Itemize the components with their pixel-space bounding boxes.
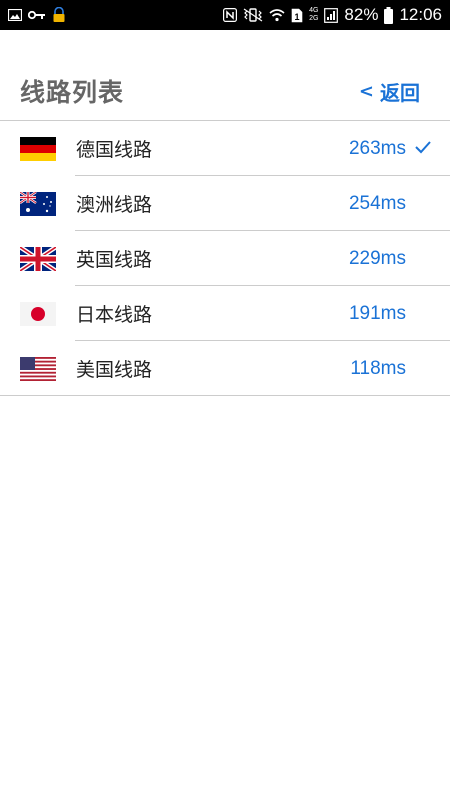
back-button[interactable]: < 返回 bbox=[359, 77, 420, 106]
header: 线路列表 < 返回 bbox=[0, 62, 450, 120]
network-top-label: 4G bbox=[309, 7, 319, 14]
route-name: 美国线路 bbox=[76, 359, 153, 381]
clock: 12:06 bbox=[399, 5, 442, 24]
nfc-icon bbox=[223, 8, 238, 22]
battery-icon bbox=[384, 6, 394, 24]
germany-flag-icon bbox=[20, 136, 56, 161]
japan-flag-icon bbox=[20, 301, 56, 326]
route-name: 英国线路 bbox=[76, 249, 153, 271]
battery-percent: 82% bbox=[344, 5, 379, 24]
australia-flag-icon bbox=[20, 191, 56, 216]
page-title: 线路列表 bbox=[20, 78, 125, 107]
route-row-australia[interactable]: 澳洲线路 254ms bbox=[0, 176, 450, 231]
route-list: 德国线路 263ms 澳洲线路 254ms 英国线路 229ms 日本线路 19… bbox=[0, 120, 450, 396]
route-latency: 229ms bbox=[348, 247, 406, 269]
network-type: 4G 2G bbox=[309, 7, 318, 23]
route-latency: 263ms bbox=[348, 137, 406, 159]
route-row-germany[interactable]: 德国线路 263ms bbox=[0, 121, 450, 176]
uk-flag-icon bbox=[20, 246, 56, 271]
route-latency: 118ms bbox=[350, 357, 406, 379]
key-icon bbox=[28, 10, 46, 20]
usa-flag-icon bbox=[20, 356, 56, 381]
status-right: 1 4G 2G 82% 12:06 bbox=[223, 5, 442, 25]
route-name: 澳洲线路 bbox=[76, 194, 153, 216]
back-label: 返回 bbox=[380, 80, 420, 105]
status-left bbox=[8, 7, 66, 23]
wifi-icon bbox=[269, 8, 285, 22]
vibrate-icon bbox=[243, 8, 263, 22]
network-bottom-label: 2G bbox=[309, 15, 319, 22]
sim-slot-label: 1 bbox=[295, 12, 300, 22]
route-name: 日本线路 bbox=[76, 304, 153, 326]
vpn-lock-icon bbox=[52, 7, 66, 23]
route-row-usa[interactable]: 美国线路 118ms bbox=[0, 341, 450, 396]
sim-icon: 1 bbox=[291, 8, 303, 23]
route-row-uk[interactable]: 英国线路 229ms bbox=[0, 231, 450, 286]
status-bar: 1 4G 2G 82% 12:06 bbox=[0, 0, 450, 30]
route-name: 德国线路 bbox=[76, 139, 153, 161]
route-row-japan[interactable]: 日本线路 191ms bbox=[0, 286, 450, 341]
chevron-left-icon: < bbox=[358, 80, 374, 102]
signal-icon bbox=[324, 7, 339, 23]
route-latency: 254ms bbox=[348, 192, 406, 214]
route-latency: 191ms bbox=[348, 302, 406, 324]
image-icon bbox=[8, 9, 22, 21]
checkmark-icon bbox=[414, 139, 432, 159]
